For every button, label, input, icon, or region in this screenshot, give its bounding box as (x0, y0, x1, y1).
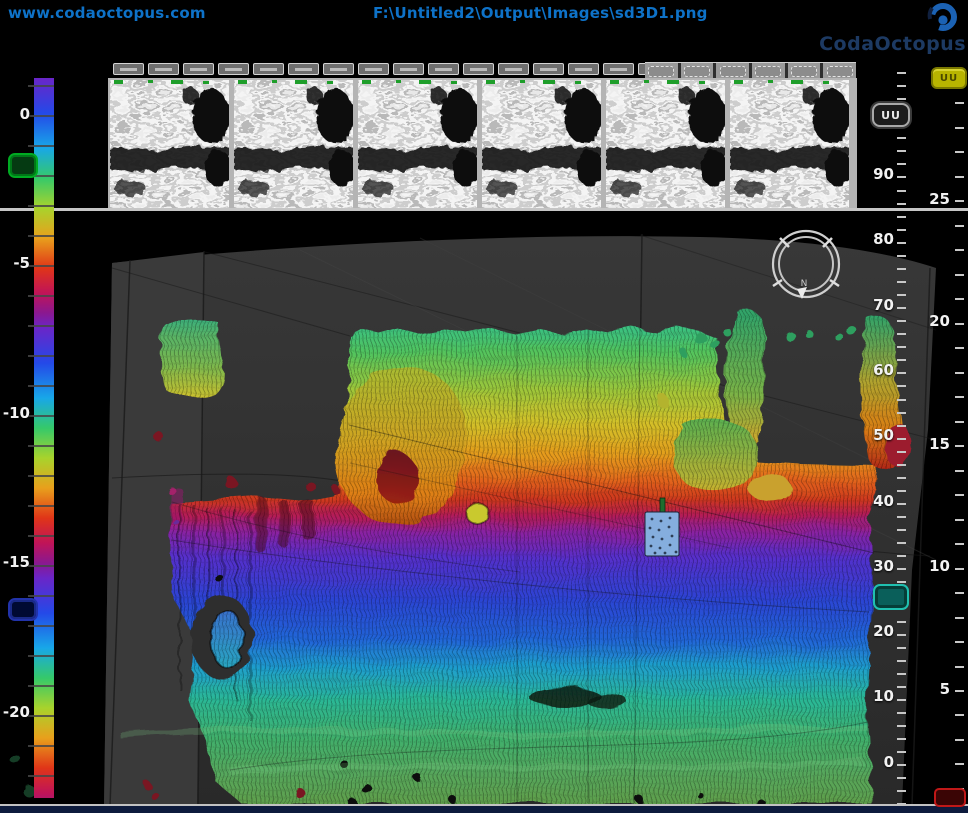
sonar-thumbnail-image (110, 80, 229, 208)
red-marker-button[interactable] (934, 788, 966, 807)
file-path-text: F:\Untitled2\Output\Images\sd3D1.png (373, 4, 708, 22)
toolbar-button[interactable] (498, 63, 529, 75)
toolbar-button-glyph (120, 68, 137, 71)
toolbar-button[interactable] (218, 63, 249, 75)
brand-wordmark: CodaOctopus (819, 33, 966, 55)
filmstrip-frame-glyph (648, 66, 674, 77)
scale-tick (955, 151, 964, 153)
toolbar-button[interactable] (463, 63, 494, 75)
sonar-thumbnail[interactable] (482, 80, 601, 208)
sonar-3d-viewport[interactable]: N (0, 212, 968, 806)
scale-tick (897, 72, 906, 74)
green-marker-button[interactable] (8, 153, 38, 178)
toolbar-button-glyph (365, 68, 382, 71)
scale-tick (897, 163, 906, 165)
sonar-thumbnail-image (358, 80, 477, 208)
toolbar-button-glyph (295, 68, 312, 71)
scale-label: 0 (0, 105, 30, 123)
uu-gray-button[interactable]: UU (872, 103, 910, 127)
sonar-thumbnail-row (110, 80, 849, 208)
toolbar-button-glyph (190, 68, 207, 71)
scale-tick (897, 203, 906, 205)
scale-tick (955, 102, 964, 104)
sonar-thumbnail[interactable] (234, 80, 353, 208)
scale-tick (955, 176, 964, 178)
toolbar-button-glyph (225, 68, 242, 71)
scale-tick (897, 98, 906, 100)
toolbar-button-glyph (540, 68, 557, 71)
filmstrip-frame-glyph (827, 66, 853, 77)
toolbar-button-glyph (505, 68, 522, 71)
toolbar-button[interactable] (428, 63, 459, 75)
toolbar-button-glyph (435, 68, 452, 71)
toolbar-button-glyph (575, 68, 592, 71)
toolbar-button[interactable] (603, 63, 634, 75)
toolbar-button[interactable] (533, 63, 564, 75)
horizontal-splitter[interactable] (0, 208, 968, 211)
toolbar-button-glyph (330, 68, 347, 71)
toolbar-button[interactable] (288, 63, 319, 75)
scale-label: 90 (866, 165, 894, 183)
toolbar-button-glyph (260, 68, 277, 71)
teal-marker-button[interactable] (873, 584, 909, 610)
uu-yellow-button[interactable]: UU (931, 67, 967, 89)
filmstrip-frame-glyph (684, 66, 710, 77)
toolbar-button-glyph (155, 68, 172, 71)
scale-tick (897, 85, 906, 87)
toolbar-button[interactable] (253, 63, 284, 75)
scale-tick (955, 200, 964, 202)
filmstrip-frame-glyph (755, 66, 781, 77)
bottom-status-bar (0, 806, 968, 813)
scale-tick (897, 137, 906, 139)
filmstrip-frame-glyph (791, 66, 817, 77)
toolbar-button-row (113, 63, 669, 75)
sonar-thumbnail[interactable] (730, 80, 849, 208)
scale-tick (897, 190, 906, 192)
sonar-thumbnail[interactable] (110, 80, 229, 208)
website-link[interactable]: www.codaoctopus.com (8, 4, 206, 22)
toolbar-button[interactable] (148, 63, 179, 75)
scale-tick (897, 150, 906, 152)
toolbar-button[interactable] (183, 63, 214, 75)
toolbar-button[interactable] (323, 63, 354, 75)
sonar-thumbnail-image (606, 80, 725, 208)
sonar-thumbnail[interactable] (358, 80, 477, 208)
scale-tick (897, 176, 906, 178)
toolbar-button[interactable] (393, 63, 424, 75)
toolbar-button[interactable] (568, 63, 599, 75)
scale-tick (955, 127, 964, 129)
navy-marker-button[interactable] (8, 598, 38, 621)
sonar-thumbnail-image (730, 80, 849, 208)
filmstrip-frame-glyph (720, 66, 746, 77)
sonar-thumbnail[interactable] (606, 80, 725, 208)
toolbar-button-glyph (470, 68, 487, 71)
toolbar-button-glyph (610, 68, 627, 71)
sonar-thumbnail-image (482, 80, 601, 208)
toolbar-button-glyph (400, 68, 417, 71)
depth-colorbar (34, 78, 54, 798)
toolbar-button[interactable] (113, 63, 144, 75)
sonar-thumbnail-image (234, 80, 353, 208)
toolbar-button[interactable] (358, 63, 389, 75)
scale-label: 25 (922, 190, 950, 208)
